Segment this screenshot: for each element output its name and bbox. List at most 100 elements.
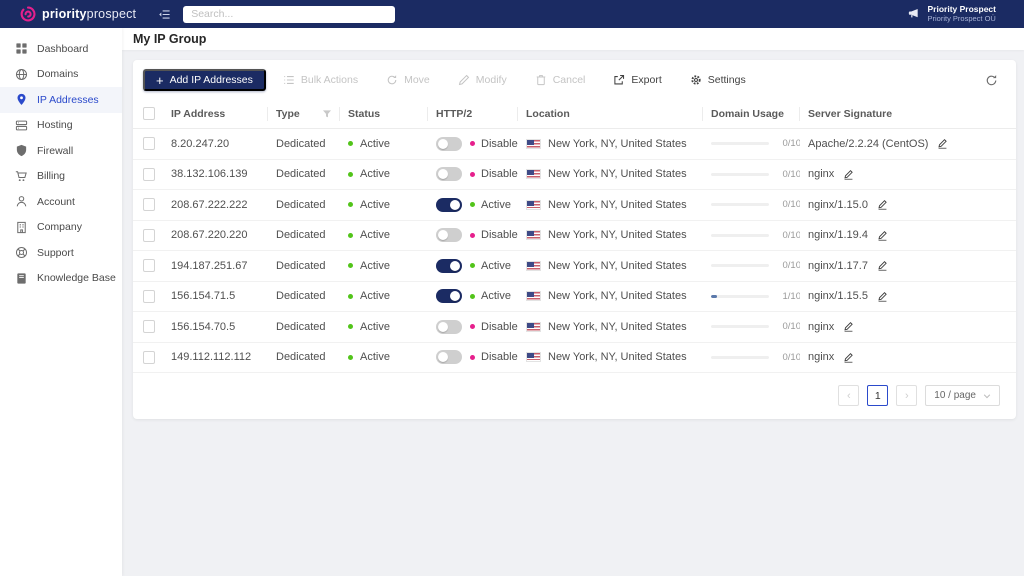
edit-signature-icon[interactable]	[937, 138, 948, 149]
ip-type: Dedicated	[276, 290, 326, 303]
list-icon	[283, 74, 295, 86]
sidebar-item-dashboard[interactable]: Dashboard	[0, 36, 122, 62]
domain-usage-bar	[711, 203, 769, 207]
filter-funnel-icon[interactable]	[322, 109, 332, 119]
bulk-actions-button[interactable]: Bulk Actions	[272, 69, 369, 91]
table-row: 156.154.71.5 Dedicated Active Active New…	[133, 282, 1016, 312]
account-menu[interactable]: Priority Prospect Priority Prospect OÜ	[928, 4, 997, 23]
row-checkbox[interactable]	[143, 167, 155, 181]
settings-button[interactable]: Settings	[679, 69, 757, 91]
ip-type: Dedicated	[276, 320, 326, 333]
pagination: ‹ 1 › 10 / page	[133, 373, 1016, 419]
ip-type: Dedicated	[276, 259, 326, 272]
http2-status-dot	[470, 232, 475, 238]
http2-label: Disabled	[481, 137, 518, 150]
export-button[interactable]: Export	[602, 69, 672, 91]
http2-toggle[interactable]	[436, 228, 462, 243]
server-signature: nginx/1.15.0	[808, 198, 868, 211]
edit-signature-icon[interactable]	[877, 230, 888, 241]
pagination-next-button[interactable]: ›	[896, 385, 918, 406]
row-checkbox[interactable]	[143, 228, 155, 242]
edit-signature-icon[interactable]	[877, 260, 888, 271]
location-label: New York, NY, United States	[548, 137, 687, 150]
edit-signature-icon[interactable]	[843, 321, 854, 332]
domain-usage-count: 0/10	[782, 260, 801, 272]
http2-toggle[interactable]	[436, 197, 462, 212]
page-size-label: 10 / page	[934, 390, 976, 401]
location-label: New York, NY, United States	[548, 229, 687, 242]
ip-type: Dedicated	[276, 168, 326, 181]
ip-address: 38.132.106.139	[171, 168, 248, 181]
http2-label: Disabled	[481, 320, 518, 333]
sidebar-item-label: Firewall	[37, 144, 74, 157]
page-title: My IP Group	[133, 32, 207, 46]
ip-address: 208.67.222.222	[171, 198, 248, 211]
edit-signature-icon[interactable]	[877, 291, 888, 302]
menu-fold-icon[interactable]	[158, 8, 171, 21]
sidebar-item-domains[interactable]: Domains	[0, 62, 122, 88]
row-checkbox[interactable]	[143, 259, 155, 273]
sidebar-item-billing[interactable]: Billing	[0, 164, 122, 190]
table-row: 194.187.251.67 Dedicated Active Active N…	[133, 251, 1016, 282]
row-checkbox[interactable]	[143, 137, 155, 151]
edit-signature-icon[interactable]	[843, 352, 854, 363]
modify-button[interactable]: Modify	[447, 69, 518, 91]
table-row: 208.67.222.222 Dedicated Active Active N…	[133, 190, 1016, 221]
http2-status-dot	[470, 354, 475, 360]
server-signature: nginx/1.15.5	[808, 290, 868, 303]
server-signature: nginx/1.17.7	[808, 259, 868, 272]
sidebar-item-knowledge-base[interactable]: Knowledge Base	[0, 266, 122, 292]
domain-usage-bar	[711, 355, 769, 359]
us-flag-icon	[526, 260, 541, 271]
cancel-button[interactable]: Cancel	[524, 69, 597, 91]
sidebar-item-company[interactable]: Company	[0, 215, 122, 241]
status-label: Active	[360, 351, 390, 364]
sidebar-item-account[interactable]: Account	[0, 189, 122, 215]
trash-icon	[535, 74, 547, 86]
edit-signature-icon[interactable]	[877, 199, 888, 210]
us-flag-icon	[526, 169, 541, 180]
ip-type: Dedicated	[276, 229, 326, 242]
domain-usage-count: 0/10	[782, 199, 801, 211]
row-checkbox[interactable]	[143, 320, 155, 334]
dashboard-icon	[15, 42, 28, 55]
http2-toggle[interactable]	[436, 258, 462, 273]
http2-toggle[interactable]	[436, 319, 462, 334]
domain-usage-count: 0/10	[782, 229, 801, 241]
sidebar-item-support[interactable]: Support	[0, 240, 122, 266]
sidebar-item-ip-addresses[interactable]: IP Addresses	[0, 87, 122, 113]
pagination-prev-button[interactable]: ‹	[838, 385, 860, 406]
row-checkbox[interactable]	[143, 350, 155, 364]
col-http2: HTTP/2	[428, 99, 518, 128]
http2-toggle[interactable]	[436, 350, 462, 365]
page-size-select[interactable]: 10 / page	[925, 385, 1000, 406]
pagination-page-1[interactable]: 1	[867, 385, 889, 406]
location-label: New York, NY, United States	[548, 290, 687, 303]
move-button[interactable]: Move	[375, 69, 441, 91]
row-checkbox[interactable]	[143, 289, 155, 303]
sidebar-item-firewall[interactable]: Firewall	[0, 138, 122, 164]
http2-status-dot	[470, 141, 475, 147]
http2-toggle[interactable]	[436, 136, 462, 151]
http2-toggle[interactable]	[436, 289, 462, 304]
sidebar-item-hosting[interactable]: Hosting	[0, 113, 122, 139]
refresh-icon[interactable]	[985, 74, 998, 87]
ip-type: Dedicated	[276, 198, 326, 211]
ip-address: 149.112.112.112	[171, 351, 252, 364]
select-all-checkbox[interactable]	[143, 107, 155, 120]
us-flag-icon	[526, 291, 541, 302]
http2-toggle[interactable]	[436, 167, 462, 182]
user-icon	[15, 195, 28, 208]
us-flag-icon	[526, 199, 541, 210]
edit-signature-icon[interactable]	[843, 169, 854, 180]
life-ring-icon	[15, 246, 28, 259]
search-input[interactable]	[183, 5, 396, 23]
row-checkbox[interactable]	[143, 198, 155, 212]
spiral-logo-icon	[20, 6, 36, 22]
sidebar: Dashboard Domains IP Addresses Hosting F…	[0, 28, 122, 576]
megaphone-icon[interactable]	[907, 7, 920, 20]
location-label: New York, NY, United States	[548, 168, 687, 181]
add-ip-addresses-button[interactable]: + Add IP Addresses	[143, 69, 266, 91]
us-flag-icon	[526, 352, 541, 363]
us-flag-icon	[526, 138, 541, 149]
